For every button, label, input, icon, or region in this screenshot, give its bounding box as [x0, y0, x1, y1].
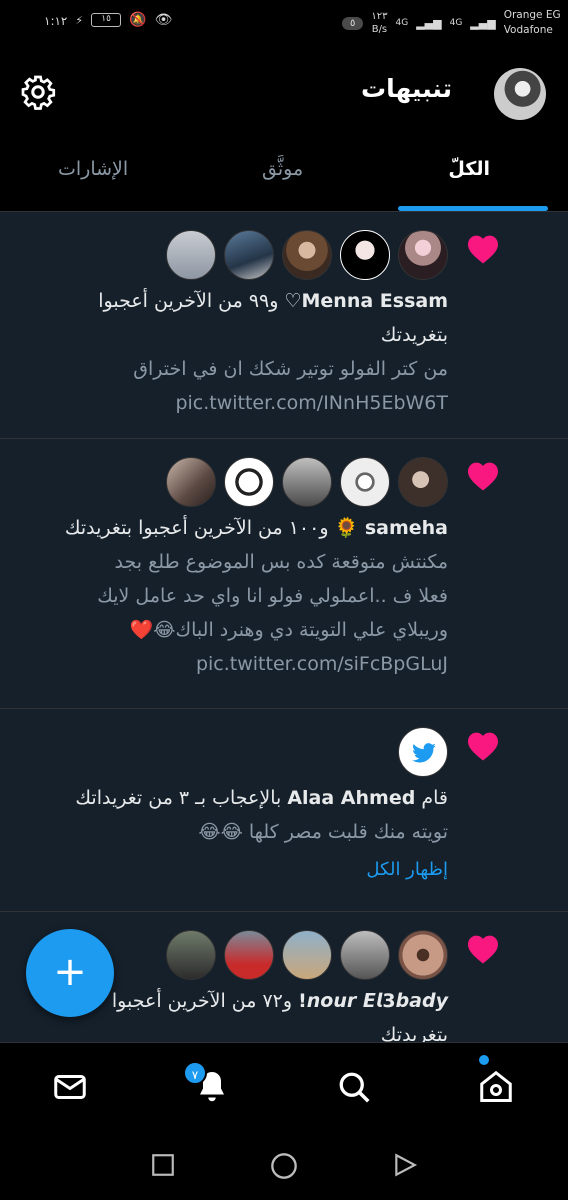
speed-value: ١٢٣	[371, 11, 388, 22]
compose-tweet-button[interactable]: +	[26, 929, 114, 1017]
signal-bars-icon: ▂▄▆	[470, 16, 496, 30]
avatar[interactable]	[398, 457, 448, 507]
search-icon[interactable]	[336, 1069, 372, 1105]
tweet-text: مكنتش متوقعة كده بس الموضوع طلع بجد	[114, 551, 448, 573]
signal-4g-1: 4G	[395, 18, 409, 28]
show-all-link[interactable]: إظهار الكل	[18, 849, 448, 891]
notifications-feed[interactable]: Menna Essam♡ و٩٩ من الآخرين أعجبوا بتغري…	[0, 212, 568, 1042]
liker-avatars	[18, 709, 448, 781]
heart-icon	[468, 732, 498, 761]
heart-icon	[468, 235, 498, 264]
active-tab-indicator	[398, 206, 548, 211]
badge-count: ٥	[342, 16, 364, 30]
heart-icon	[468, 935, 498, 964]
heart-icon	[468, 462, 498, 491]
notifications-count-badge: ٧	[183, 1061, 207, 1085]
tab-verified[interactable]: موثَّق	[262, 158, 303, 180]
liker-avatars	[18, 212, 448, 284]
avatar[interactable]	[340, 230, 390, 280]
mute-icon: 🔕	[129, 12, 147, 28]
avatar[interactable]	[224, 930, 274, 980]
avatar[interactable]	[398, 930, 448, 980]
user-name[interactable]: 𝙣𝙤𝙪𝙧 𝙀𝙡3𝙗𝙖𝙙𝙮!	[298, 990, 448, 1012]
notification-item[interactable]: قام Alaa Ahmed بالإعجاب بـ ٣ من تغريداتك…	[0, 709, 568, 912]
home-indicator-dot	[479, 1055, 489, 1065]
avatar[interactable]	[494, 68, 546, 120]
signal-bars-icon: ▂▄▆	[416, 16, 442, 30]
header: تنبيهات	[0, 50, 568, 140]
carrier-2: Vodafone	[503, 24, 553, 36]
tweet-text: من كتر الفولو توتير شكك ان في اختراق	[133, 358, 448, 380]
summary-text: و٩٩ من الآخرين أعجبوا	[98, 290, 285, 312]
avatar[interactable]	[282, 230, 332, 280]
summary-text: و٧٢ من الآخرين أعجبوا	[111, 990, 299, 1012]
charging-icon: ⚡	[75, 13, 84, 27]
notification-summary: قام Alaa Ahmed بالإعجاب بـ ٣ من تغريداتك	[18, 781, 448, 815]
summary-prefix: قام	[415, 787, 448, 809]
bottom-nav: ٧	[0, 1042, 568, 1130]
avatar[interactable]	[166, 230, 216, 280]
user-name[interactable]: sameha 🌻	[335, 517, 448, 539]
back-icon[interactable]	[392, 1152, 418, 1178]
avatar[interactable]	[282, 457, 332, 507]
summary-continued: بتغريدتك	[380, 324, 448, 346]
avatar[interactable]	[398, 230, 448, 280]
speed-unit: B/s	[371, 24, 388, 35]
avatar[interactable]	[224, 457, 274, 507]
user-name[interactable]: Menna Essam♡	[284, 290, 448, 312]
summary-text: بالإعجاب بـ ٣ من تغريداتك	[75, 787, 288, 809]
tab-all[interactable]: الكلّ	[448, 158, 490, 180]
recents-icon[interactable]	[150, 1152, 176, 1178]
avatar[interactable]	[166, 930, 216, 980]
page-title: تنبيهات	[360, 74, 452, 103]
avatar[interactable]	[340, 930, 390, 980]
signal-4g-2: 4G	[449, 18, 463, 28]
avatar[interactable]	[224, 230, 274, 280]
tweet-text: وريبلاي علي التويتة دي وهنرد الباك😂❤️	[129, 619, 448, 641]
status-bar: ٥ ١٢٣ B/s 4G ▂▄▆ 4G ▂▄▆ Orange EG Vodafo…	[0, 0, 568, 50]
network-speed: ١٢٣ B/s	[371, 10, 387, 36]
mail-icon[interactable]	[52, 1069, 88, 1105]
notification-item[interactable]: Menna Essam♡ و٩٩ من الآخرين أعجبوا بتغري…	[0, 212, 568, 439]
notification-summary: Menna Essam♡ و٩٩ من الآخرين أعجبوا	[18, 284, 448, 318]
clock: ١:١٢	[44, 14, 68, 28]
tweet-link[interactable]: pic.twitter.com/siFcBpGLuJ	[18, 647, 448, 681]
notification-item[interactable]: sameha 🌻 و١٠٠ من الآخرين أعجبوا بتغريدتك…	[0, 439, 568, 709]
carriers: Orange EG Vodafone	[504, 8, 561, 38]
gear-icon[interactable]	[20, 74, 56, 110]
twitter-bird-icon	[412, 743, 436, 763]
plus-icon: +	[53, 949, 87, 995]
carrier-1: Orange EG	[503, 9, 561, 21]
eye-icon: 👁	[154, 12, 173, 28]
home-circle-icon[interactable]	[270, 1152, 298, 1180]
tweet-link[interactable]: pic.twitter.com/INnH5EbW6T	[18, 386, 448, 420]
twitter-bird-avatar[interactable]	[398, 727, 448, 777]
summary-continued: بتغريدتك	[380, 1024, 448, 1042]
system-navigation	[0, 1130, 568, 1200]
tweet-text: تويته منك قلبت مصر كلها 😂😂	[198, 821, 448, 843]
summary-text: و١٠٠ من الآخرين أعجبوا بتغريدتك	[64, 517, 335, 539]
tab-bar: الكلّ موثَّق الإشارات	[0, 140, 568, 212]
tab-mentions[interactable]: الإشارات	[58, 158, 128, 180]
liker-avatars	[18, 439, 448, 511]
notification-summary: sameha 🌻 و١٠٠ من الآخرين أعجبوا بتغريدتك	[18, 511, 448, 545]
user-name[interactable]: Alaa Ahmed	[287, 787, 415, 809]
battery-icon: ١٥	[91, 13, 122, 27]
avatar[interactable]	[166, 457, 216, 507]
avatar[interactable]	[282, 930, 332, 980]
avatar[interactable]	[340, 457, 390, 507]
home-icon[interactable]	[478, 1069, 514, 1105]
status-right: ١:١٢ ⚡ ١٥ 🔕 👁	[44, 12, 172, 28]
tweet-text: فعلا ف ..اعملولي فولو انا واي حد عامل لا…	[97, 585, 448, 607]
